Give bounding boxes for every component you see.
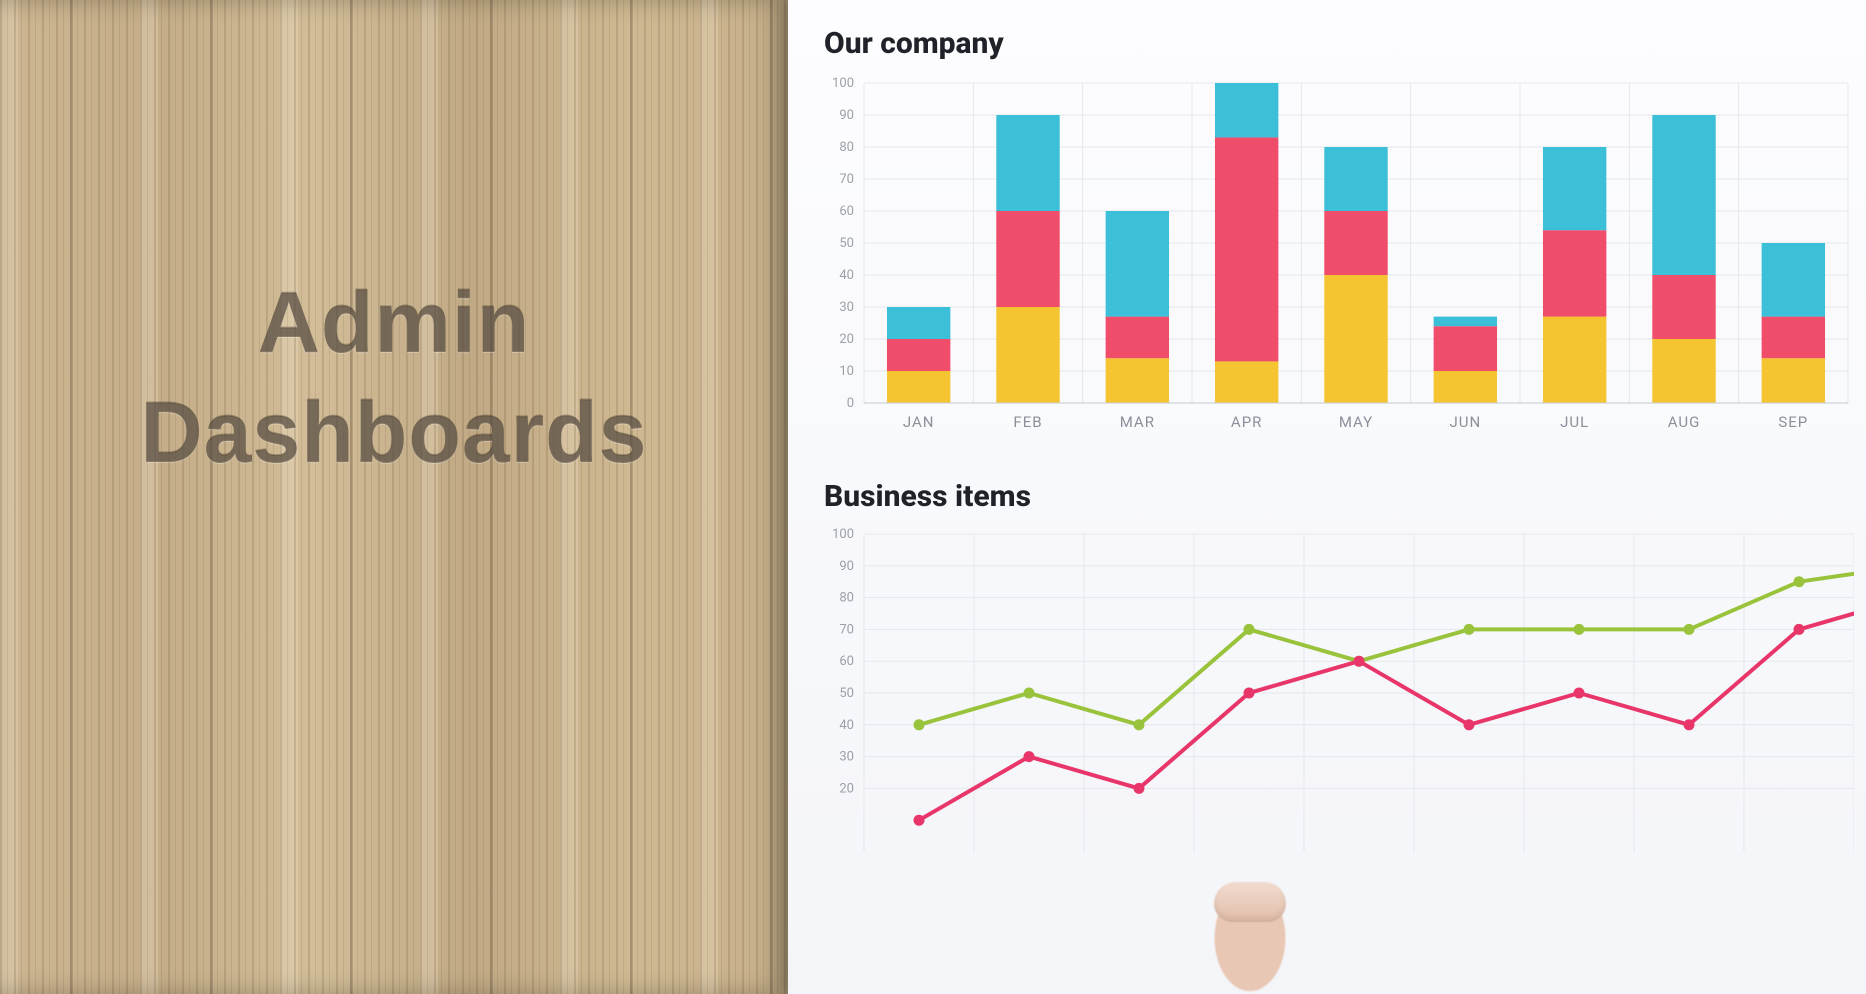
bar-segment <box>1106 317 1169 359</box>
line-point <box>1464 719 1475 730</box>
bar-segment <box>1434 326 1497 371</box>
x-tick-label: MAY <box>1339 413 1373 431</box>
wood-panel: Admin Dashboards <box>0 0 788 994</box>
bar-segment <box>1434 371 1497 403</box>
line-point <box>1244 688 1255 699</box>
line-point <box>1024 751 1035 762</box>
y-tick-label: 70 <box>839 622 854 637</box>
y-tick-label: 80 <box>839 140 854 155</box>
bar-segment <box>1106 211 1169 317</box>
line-point <box>1024 688 1035 699</box>
line-point <box>914 719 925 730</box>
bar-segment <box>1543 317 1606 403</box>
section-title-company: Our company <box>824 26 1858 61</box>
bar-segment <box>1215 361 1278 403</box>
y-tick-label: 30 <box>839 300 854 315</box>
line-point <box>1354 656 1365 667</box>
y-tick-label: 50 <box>839 236 854 251</box>
hero-title-line2: Dashboards <box>0 390 788 476</box>
y-tick-label: 0 <box>847 396 854 411</box>
hero-title-line1: Admin <box>0 280 788 366</box>
x-tick-label: APR <box>1231 413 1263 431</box>
y-tick-label: 40 <box>839 718 854 733</box>
bar-segment <box>887 307 950 339</box>
line-point <box>914 815 925 826</box>
x-tick-label: JAN <box>903 413 935 431</box>
line-point <box>1464 624 1475 635</box>
bar-segment <box>1324 211 1387 275</box>
x-tick-label: AUG <box>1668 413 1701 431</box>
x-tick-label: FEB <box>1013 413 1042 431</box>
y-tick-label: 100 <box>832 528 854 542</box>
y-tick-label: 60 <box>839 204 854 219</box>
x-tick-label: JUN <box>1449 413 1481 431</box>
y-tick-label: 80 <box>839 591 854 606</box>
bar-segment <box>1543 147 1606 230</box>
bar-segment <box>1762 317 1825 359</box>
bar-segment <box>996 307 1059 403</box>
line-point <box>1244 624 1255 635</box>
paper-report: Our company 0 10 20 30 40 50 60 70 80 90 100 JAN FEB… <box>788 0 1866 994</box>
section-title-business: Business items <box>824 479 1858 514</box>
bar-segment <box>1652 115 1715 275</box>
bar-segment <box>1215 83 1278 137</box>
bar-segment <box>1543 230 1606 316</box>
y-tick-label: 60 <box>839 654 854 669</box>
bar-segment <box>887 339 950 371</box>
line-point <box>1134 783 1145 794</box>
y-tick-label: 30 <box>839 750 854 765</box>
bar-segment <box>1762 243 1825 317</box>
bar-segment <box>996 211 1059 307</box>
y-tick-label: 10 <box>839 364 854 379</box>
line-point <box>1574 688 1585 699</box>
line-point <box>1134 719 1145 730</box>
x-tick-label: JUL <box>1560 413 1589 431</box>
bar-segment <box>1652 275 1715 339</box>
y-tick-label: 40 <box>839 268 854 283</box>
y-tick-label: 70 <box>839 172 854 187</box>
business-line-chart: 20 30 40 50 60 70 80 90 100 <box>824 528 1854 858</box>
bar-segment <box>1434 317 1497 327</box>
line-point <box>1684 719 1695 730</box>
line-point <box>1684 624 1695 635</box>
bar-segment <box>1324 275 1387 403</box>
bar-segment <box>887 371 950 403</box>
line-point <box>1794 624 1805 635</box>
line-point <box>1574 624 1585 635</box>
y-tick-label: 100 <box>832 76 854 91</box>
bar-segment <box>1215 137 1278 361</box>
bar-segment <box>1762 358 1825 403</box>
y-tick-label: 90 <box>839 559 854 574</box>
line-series <box>919 598 1854 821</box>
bar-segment <box>1324 147 1387 211</box>
company-bar-chart: 0 10 20 30 40 50 60 70 80 90 100 JAN FEB MAR APR MAY JUN… <box>824 75 1854 445</box>
y-tick-label: 90 <box>839 108 854 123</box>
x-tick-label: MAR <box>1120 413 1155 431</box>
line-point <box>1794 576 1805 587</box>
x-tick-label: SEP <box>1778 413 1808 431</box>
y-tick-label: 20 <box>839 781 854 796</box>
finger-photo-detail <box>1190 874 1310 994</box>
bar-segment <box>1106 358 1169 403</box>
bar-segment <box>996 115 1059 211</box>
bar-segment <box>1652 339 1715 403</box>
y-tick-label: 50 <box>839 686 854 701</box>
y-tick-label: 20 <box>839 332 854 347</box>
